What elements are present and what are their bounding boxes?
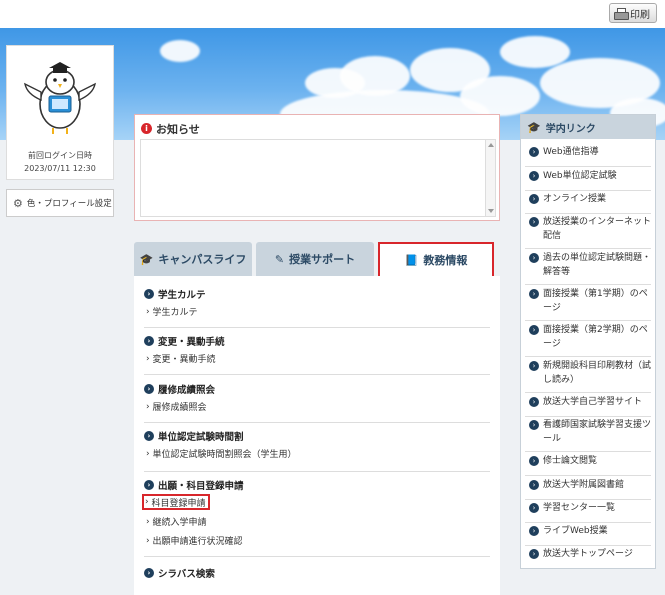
chevron-right-icon: ›: [144, 568, 154, 578]
last-login-label: 前回ログイン日時: [28, 151, 92, 160]
section-syllabus: › シラバス検索: [144, 565, 490, 583]
section-title: 単位認定試験時間割: [158, 432, 244, 443]
avatar: [19, 54, 101, 136]
chevron-right-icon: ›: [144, 431, 154, 441]
section-exam-schedule: › 単位認定試験時間割 › 単位認定試験時間割照会（学生用）: [144, 428, 490, 472]
notice-title: お知らせ: [156, 122, 200, 136]
section-title: 出願・科目登録申請: [158, 481, 244, 492]
profile-settings-button[interactable]: ⚙ 色・プロフィール設定: [6, 189, 114, 217]
gear-icon: ⚙: [13, 196, 23, 210]
chevron-right-icon: ›: [529, 480, 539, 490]
section-student-record: › 学生カルテ › 学生カルテ: [144, 286, 490, 328]
scroll-up-icon[interactable]: [488, 143, 494, 147]
chevron-right-icon: ›: [144, 384, 154, 394]
tab-bar: 🎓 キャンパスライフ ✎ 授業サポート 📘 教務情報: [134, 242, 500, 278]
chevron-right-icon: ›: [529, 253, 539, 263]
sidebar-item-past-exams[interactable]: › 過去の単位認定試験問題・解答等: [525, 251, 651, 285]
chevron-right-icon: ›: [529, 456, 539, 466]
chevron-right-icon: ›: [144, 289, 154, 299]
sidebar-item-web-guidance[interactable]: › Web通信指導: [525, 145, 651, 167]
chevron-right-icon: ›: [529, 397, 539, 407]
sidebar-item-thesis[interactable]: › 修士論文閲覧: [525, 454, 651, 476]
notice-scrollbar[interactable]: [485, 140, 495, 216]
sidebar-item-live-web[interactable]: › ライブWeb授業: [525, 524, 651, 546]
sidebar-item-face-class-1[interactable]: › 面接授業（第1学期）のページ: [525, 287, 651, 321]
last-login-value: 2023/07/11 12:30: [24, 164, 96, 173]
chevron-right-icon: ›: [529, 194, 539, 204]
chevron-right-icon: ›: [529, 503, 539, 513]
sidebar-item-broadcast-online[interactable]: › 放送授業のインターネット配信: [525, 215, 651, 249]
link-continued-enrollment[interactable]: › 継続入学申請: [144, 512, 490, 531]
chevron-right-icon: ›: [144, 480, 154, 490]
link-grades[interactable]: › 履修成績照会: [144, 397, 490, 416]
tab-label: 教務情報: [423, 254, 468, 267]
sidebar-item-online-class[interactable]: › オンライン授業: [525, 192, 651, 214]
chevron-right-icon: ›: [529, 325, 539, 335]
tab-academic-info[interactable]: 📘 教務情報: [378, 242, 494, 278]
link-exam-schedule[interactable]: › 単位認定試験時間割照会（学生用）: [144, 444, 490, 463]
academic-info-content: › 学生カルテ › 学生カルテ › 変更・異動手続 › 変更・異動手続 › 履修成績照…: [134, 276, 500, 595]
tab-label: キャンパスライフ: [158, 253, 247, 266]
chevron-right-icon: ›: [529, 549, 539, 559]
book-icon: 📘: [404, 253, 419, 267]
tab-label: 授業サポート: [289, 253, 356, 266]
section-title: 変更・異動手続: [158, 337, 225, 348]
scroll-down-icon[interactable]: [488, 209, 494, 213]
graduation-cap-icon: 🎓: [527, 120, 541, 134]
notice-body: [140, 139, 496, 217]
sidebar-item-new-materials[interactable]: › 新規開設科目印刷教材（試し読み）: [525, 359, 651, 393]
top-bar: 印刷: [0, 0, 665, 28]
chevron-right-icon: ›: [529, 147, 539, 157]
sidebar-item-self-study[interactable]: › 放送大学自己学習サイト: [525, 395, 651, 417]
link-application-status[interactable]: › 出願申請進行状況確認: [144, 531, 490, 550]
printer-icon: [614, 7, 629, 20]
chevron-right-icon: ›: [529, 171, 539, 181]
print-label: 印刷: [630, 9, 650, 21]
chevron-right-icon: ›: [144, 336, 154, 346]
sidebar-item-top-page[interactable]: › 放送大学トップページ: [525, 547, 651, 567]
chevron-right-icon: ›: [529, 361, 539, 371]
info-icon: i: [141, 123, 152, 134]
section-grades: › 履修成績照会 › 履修成績照会: [144, 381, 490, 423]
tab-campus-life[interactable]: 🎓 キャンパスライフ: [134, 242, 252, 276]
sidebar-item-web-exam[interactable]: › Web単位認定試験: [525, 169, 651, 191]
print-button[interactable]: 印刷: [609, 3, 657, 23]
link-course-registration[interactable]: › 科目登録申請: [142, 494, 211, 510]
chevron-right-icon: ›: [529, 526, 539, 536]
notice-panel: i お知らせ: [134, 114, 500, 221]
campus-links-panel: 🎓 学内リンク › Web通信指導 › Web単位認定試験 › オンライン授業 › 放送…: [520, 114, 656, 569]
link-change-procedures[interactable]: › 変更・異動手続: [144, 349, 490, 368]
section-title: 履修成績照会: [158, 385, 216, 396]
section-title[interactable]: シラバス検索: [158, 566, 215, 580]
sidebar-item-centers[interactable]: › 学習センター一覧: [525, 501, 651, 523]
link-student-record[interactable]: › 学生カルテ: [144, 302, 490, 321]
profile-settings-label: 色・プロフィール設定: [26, 199, 112, 209]
section-change-procedures: › 変更・異動手続 › 変更・異動手続: [144, 333, 490, 375]
tab-class-support[interactable]: ✎ 授業サポート: [256, 242, 374, 276]
user-panel: 前回ログイン日時 2023/07/11 12:30: [6, 45, 114, 180]
chevron-right-icon: ›: [529, 217, 539, 227]
sidebar-item-face-class-2[interactable]: › 面接授業（第2学期）のページ: [525, 323, 651, 357]
pencil-icon: ✎: [274, 252, 285, 266]
chevron-right-icon: ›: [529, 420, 539, 430]
graduation-cap-icon: 🎓: [139, 252, 154, 266]
section-application: › 出願・科目登録申請 › 科目登録申請 › 継続入学申請 › 出願申請進行状況確…: [142, 477, 490, 557]
sidebar-item-nursing-exam[interactable]: › 看護師国家試験学習支援ツール: [525, 418, 651, 452]
section-title: 学生カルテ: [158, 290, 206, 301]
campus-links-title: 学内リンク: [545, 123, 596, 135]
chevron-right-icon: ›: [529, 289, 539, 299]
sidebar-item-library[interactable]: › 放送大学附属図書館: [525, 478, 651, 500]
